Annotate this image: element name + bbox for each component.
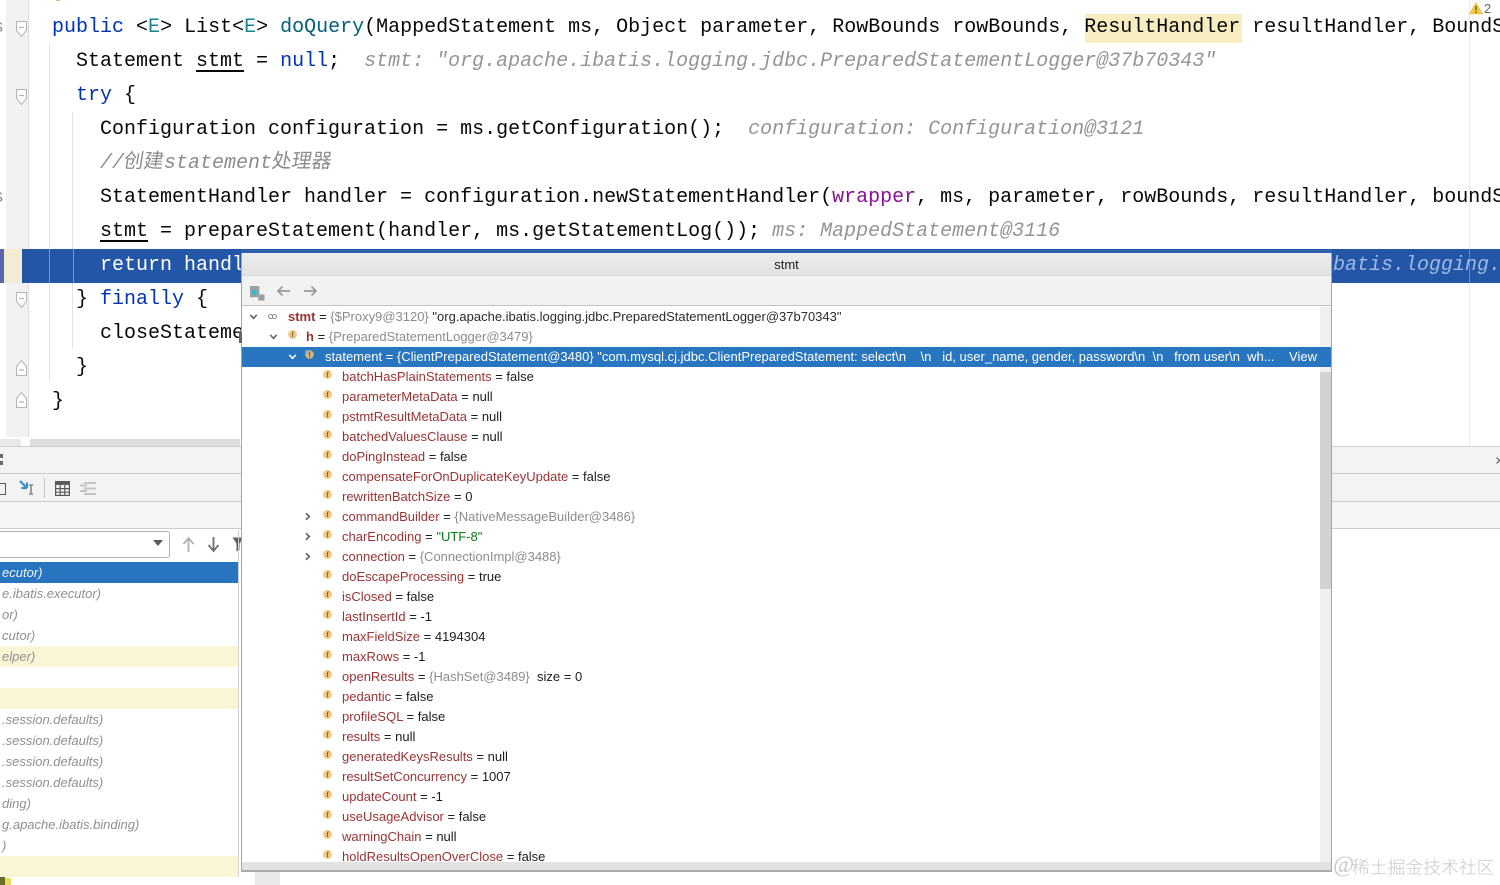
svg-text:f: f <box>326 690 329 699</box>
svg-text:f: f <box>326 850 329 859</box>
svg-text:f: f <box>326 710 329 719</box>
svg-text:f: f <box>326 370 329 379</box>
svg-text:f: f <box>326 630 329 639</box>
svg-text:f: f <box>326 550 329 559</box>
svg-text:f: f <box>326 390 329 399</box>
svg-text:f: f <box>326 410 329 419</box>
svg-text:f: f <box>308 350 311 359</box>
svg-text:f: f <box>326 830 329 839</box>
svg-text:f: f <box>291 330 294 339</box>
svg-text:f: f <box>326 670 329 679</box>
svg-text:f: f <box>326 570 329 579</box>
svg-text:f: f <box>326 810 329 819</box>
svg-text:f: f <box>326 530 329 539</box>
svg-text:f: f <box>326 650 329 659</box>
svg-text:f: f <box>326 590 329 599</box>
svg-text:f: f <box>326 510 329 519</box>
svg-text:f: f <box>326 790 329 799</box>
svg-text:f: f <box>326 770 329 779</box>
svg-text:f: f <box>326 470 329 479</box>
svg-text:f: f <box>326 750 329 759</box>
svg-text:f: f <box>326 730 329 739</box>
svg-text:f: f <box>326 430 329 439</box>
svg-text:f: f <box>326 490 329 499</box>
svg-text:f: f <box>326 450 329 459</box>
svg-text:f: f <box>326 610 329 619</box>
